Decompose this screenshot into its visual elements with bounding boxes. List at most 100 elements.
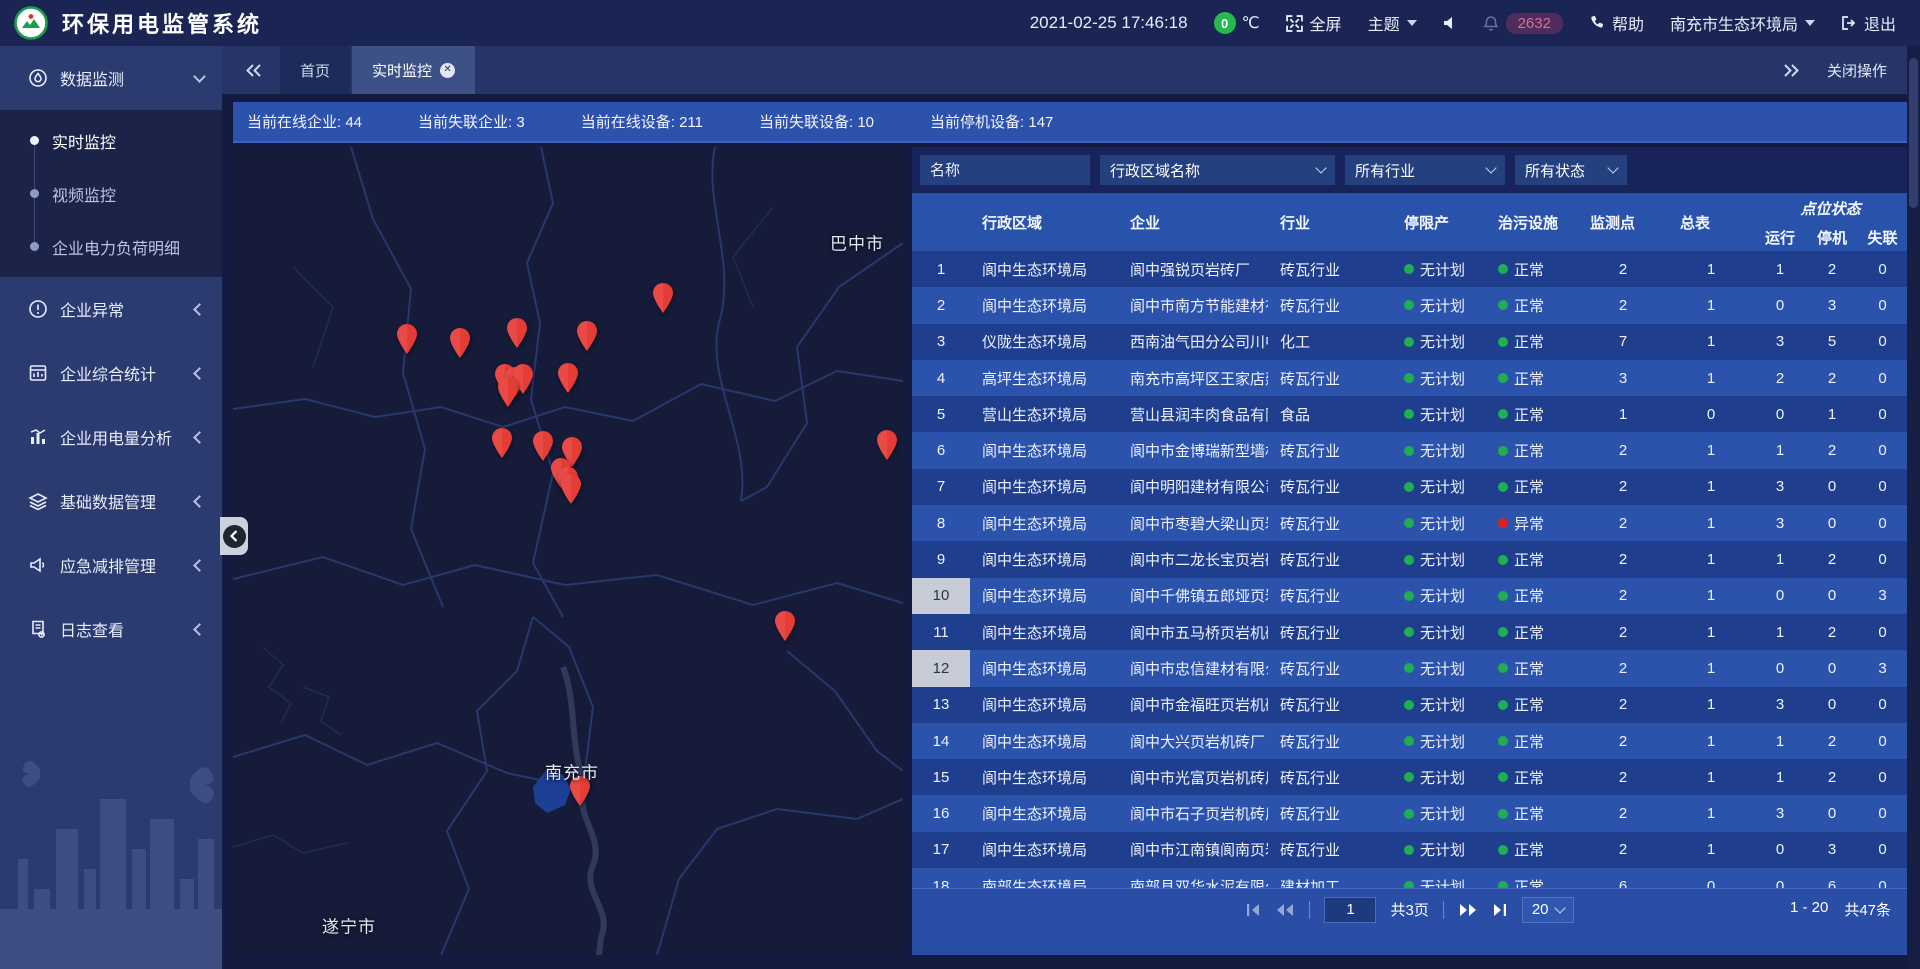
cell-limit-status: 无计划	[1392, 469, 1486, 505]
map-pin-icon[interactable]	[504, 317, 530, 349]
table-row-1[interactable]: 1 阆中生态环境局 阆中强锐页岩砖厂 砖瓦行业 无计划 正常 2 1 1 2 0	[912, 251, 1907, 287]
cell-meter: 1	[1668, 324, 1754, 360]
sidebar-subitem-1[interactable]: 视频监控	[0, 167, 222, 220]
table-row-13[interactable]: 13 阆中生态环境局 阆中市金福旺页岩机砖 砖瓦行业 无计划 正常 2 1 3 …	[912, 687, 1907, 723]
table-row-11[interactable]: 11 阆中生态环境局 阆中市五马桥页岩机砖 砖瓦行业 无计划 正常 2 1 1 …	[912, 614, 1907, 650]
map-panel[interactable]: 巴中市南充市遂宁市	[233, 147, 903, 955]
cell-stop: 1	[1806, 396, 1858, 432]
status-ok-dot	[1404, 300, 1414, 310]
sidebar-item-0[interactable]: 数据监测	[0, 46, 222, 110]
bullet-icon	[30, 136, 39, 145]
map-pin-icon[interactable]	[772, 610, 798, 642]
page-number-input[interactable]	[1324, 897, 1376, 923]
sidebar-subitem-2[interactable]: 企业电力负荷明细	[0, 220, 222, 273]
cell-points: 2	[1578, 505, 1668, 541]
map-canvas[interactable]	[233, 147, 903, 955]
tabs-scroll-left-button[interactable]	[244, 63, 262, 78]
tab-1[interactable]: 实时监控 ✕	[352, 46, 475, 94]
organization-menu[interactable]: 南充市生态环境局	[1670, 11, 1815, 35]
prev-page-button[interactable]	[1275, 903, 1295, 917]
status-ok-dot	[1498, 591, 1508, 601]
cell-limit-status: 无计划	[1392, 868, 1486, 888]
industry-filter-select[interactable]: 所有行业	[1345, 155, 1505, 185]
cell-company: 阆中千佛镇五郎垭页岩	[1118, 578, 1268, 614]
chevron-down-icon	[1485, 162, 1496, 173]
map-pin-icon[interactable]	[394, 323, 420, 355]
sidebar-item-1[interactable]: 企业异常	[0, 277, 222, 341]
table-row-9[interactable]: 9 阆中生态环境局 阆中市二龙长宝页岩砖 砖瓦行业 无计划 正常 2 1 1 2…	[912, 541, 1907, 577]
cell-index: 7	[912, 469, 970, 505]
table-row-4[interactable]: 4 高坪生态环境局 南充市高坪区王家店建 砖瓦行业 无计划 正常 3 1 2 2…	[912, 360, 1907, 396]
fullscreen-button[interactable]: 全屏	[1286, 11, 1342, 35]
map-pin-icon[interactable]	[574, 320, 600, 352]
table-row-7[interactable]: 7 阆中生态环境局 阆中明阳建材有限公司 砖瓦行业 无计划 正常 2 1 3 0…	[912, 469, 1907, 505]
region-filter-select[interactable]: 行政区域名称	[1100, 155, 1335, 185]
cell-stop: 2	[1806, 723, 1858, 759]
tabs-scroll-right-button[interactable]	[1783, 63, 1801, 78]
logout-button[interactable]: 退出	[1841, 11, 1896, 35]
cell-meter: 1	[1668, 432, 1754, 468]
sidebar-item-4[interactable]: 基础数据管理	[0, 469, 222, 533]
map-pin-icon[interactable]	[874, 429, 900, 461]
table-row-5[interactable]: 5 营山生态环境局 营山县润丰肉食品有限 食品 无计划 正常 1 0 0 1 0	[912, 396, 1907, 432]
cell-meter: 1	[1668, 360, 1754, 396]
close-operations-button[interactable]: 关闭操作	[1827, 60, 1887, 81]
cell-industry: 砖瓦行业	[1268, 251, 1392, 287]
table-row-16[interactable]: 16 阆中生态环境局 阆中市石子页岩机砖厂 砖瓦行业 无计划 正常 2 1 3 …	[912, 795, 1907, 831]
page-size-select[interactable]: 20	[1522, 897, 1574, 923]
record-range: 1 - 20	[1790, 899, 1828, 920]
table-row-8[interactable]: 8 阆中生态环境局 阆中市枣碧大梁山页岩 砖瓦行业 无计划 异常 2 1 3 0…	[912, 505, 1907, 541]
table-row-15[interactable]: 15 阆中生态环境局 阆中市光富页岩机砖厂 砖瓦行业 无计划 正常 2 1 1 …	[912, 759, 1907, 795]
next-page-button[interactable]	[1458, 903, 1478, 917]
cell-stop: 0	[1806, 795, 1858, 831]
page-scrollbar[interactable]	[1907, 46, 1920, 969]
cell-region: 阆中生态环境局	[970, 578, 1118, 614]
tab-0[interactable]: 首页	[280, 46, 350, 94]
sidebar-item-2[interactable]: 企业综合统计	[0, 341, 222, 405]
theme-menu[interactable]: 主题	[1368, 11, 1417, 35]
temperature: 0 ℃	[1214, 12, 1260, 34]
table-row-17[interactable]: 17 阆中生态环境局 阆中市江南镇阆南页岩 砖瓦行业 无计划 正常 2 1 0 …	[912, 832, 1907, 868]
status-ok-dot	[1404, 555, 1414, 565]
cell-facility-status: 正常	[1486, 795, 1578, 831]
sidebar-submenu: 实时监控 视频监控 企业电力负荷明细	[0, 110, 222, 277]
cell-run: 1	[1754, 723, 1806, 759]
map-pin-icon[interactable]	[495, 376, 521, 408]
stat-label: 当前停机设备:	[930, 114, 1024, 131]
cell-lost: 3	[1858, 650, 1907, 686]
table-row-14[interactable]: 14 阆中生态环境局 阆中大兴页岩机砖厂 砖瓦行业 无计划 正常 2 1 1 2…	[912, 723, 1907, 759]
table-row-10[interactable]: 10 阆中生态环境局 阆中千佛镇五郎垭页岩 砖瓦行业 无计划 正常 2 1 0 …	[912, 578, 1907, 614]
last-page-button[interactable]	[1492, 903, 1508, 917]
mute-button[interactable]	[1443, 16, 1457, 30]
status-filter-select[interactable]: 所有状态	[1515, 155, 1627, 185]
map-pin-icon[interactable]	[489, 427, 515, 459]
chevron-left-icon	[193, 303, 206, 316]
map-panel-collapse-button[interactable]	[220, 517, 248, 555]
help-button[interactable]: 帮助	[1589, 11, 1644, 35]
map-pin-icon[interactable]	[650, 282, 676, 314]
map-pin-icon[interactable]	[555, 362, 581, 394]
cell-lost: 0	[1858, 324, 1907, 360]
cell-limit-status: 无计划	[1392, 360, 1486, 396]
status-ok-dot	[1498, 337, 1508, 347]
status-filter-value: 所有状态	[1525, 160, 1585, 181]
map-pin-icon[interactable]	[447, 327, 473, 359]
sidebar-subitem-0[interactable]: 实时监控	[0, 114, 222, 167]
scrollbar-thumb[interactable]	[1909, 58, 1918, 208]
table-row-6[interactable]: 6 阆中生态环境局 阆中市金博瑞新型墙材 砖瓦行业 无计划 正常 2 1 1 2…	[912, 432, 1907, 468]
cell-meter: 1	[1668, 251, 1754, 287]
table-row-12[interactable]: 12 阆中生态环境局 阆中市忠信建材有限公 砖瓦行业 无计划 正常 2 1 0 …	[912, 650, 1907, 686]
first-page-button[interactable]	[1245, 903, 1261, 917]
sidebar-item-5[interactable]: 应急减排管理	[0, 533, 222, 597]
table-row-3[interactable]: 3 仪陇生态环境局 西南油气田分公司川中 化工 无计划 正常 7 1 3 5 0	[912, 324, 1907, 360]
close-icon[interactable]: ✕	[440, 63, 455, 78]
map-pin-icon[interactable]	[558, 473, 584, 505]
table-row-18[interactable]: 18 南部生态环境局 南部县双华水泥有限公 建材加工 无计划 正常 6 0 0 …	[912, 868, 1907, 888]
sidebar-item-6[interactable]: 日志查看	[0, 597, 222, 661]
notifications[interactable]: 2632	[1483, 13, 1563, 34]
pagination-summary: 1 - 20 共47条	[1790, 899, 1891, 920]
table-row-2[interactable]: 2 阆中生态环境局 阆中市南方节能建材有 砖瓦行业 无计划 正常 2 1 0 3…	[912, 287, 1907, 323]
name-filter-input[interactable]	[920, 155, 1090, 185]
sidebar-item-3[interactable]: 企业用电量分析	[0, 405, 222, 469]
cell-industry: 砖瓦行业	[1268, 723, 1392, 759]
